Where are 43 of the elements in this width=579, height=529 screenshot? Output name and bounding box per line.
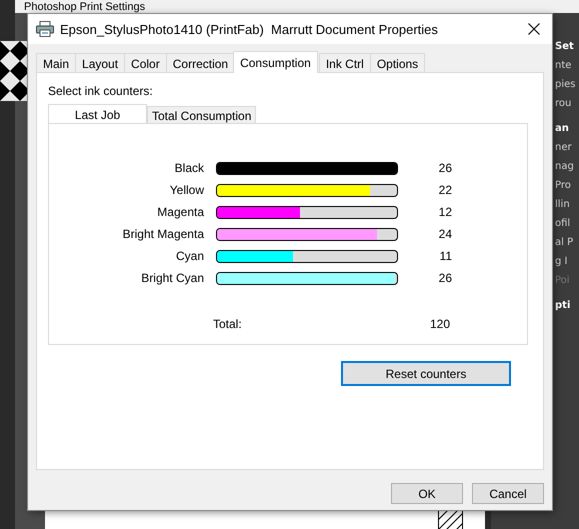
ink-count: 26 <box>438 271 452 285</box>
panel-text: an <box>555 122 569 136</box>
ink-count: 24 <box>438 227 452 241</box>
ink-label: Bright Magenta <box>122 227 204 241</box>
panel-text: al P <box>555 236 574 250</box>
ink-count: 26 <box>438 161 452 175</box>
ink-label: Yellow <box>168 183 204 197</box>
panel-text: ner <box>555 141 572 155</box>
panel-text: Pro <box>555 179 571 193</box>
total-label: Total: <box>213 317 243 331</box>
tab[interactable]: Ink Ctrl <box>318 53 371 73</box>
ink-label: Bright Cyan <box>140 271 204 285</box>
tab[interactable]: Total Consumption <box>147 106 256 124</box>
panel-text: llin <box>555 198 570 212</box>
tab[interactable]: Consumption <box>233 51 318 73</box>
tab[interactable]: Last Job <box>48 104 147 124</box>
ink-count: 22 <box>438 183 452 197</box>
panel-text: ofil <box>555 217 570 231</box>
panel-text: pies <box>555 78 576 92</box>
tab[interactable]: Main <box>36 53 76 73</box>
dialog-title: Epson_StylusPhoto1410 (PrintFab) Marrutt Document Properties <box>60 22 439 36</box>
ok-button[interactable]: OK <box>391 483 463 504</box>
reset-counters-button[interactable]: Reset counters <box>341 361 511 386</box>
ink-count: 11 <box>438 249 452 263</box>
panel-text: Set <box>555 40 574 54</box>
panel-text: g I <box>555 255 568 269</box>
panel-text: nag <box>555 160 574 174</box>
total-count: 120 <box>428 317 450 331</box>
tab[interactable]: Layout <box>75 53 126 73</box>
ink-label: Black <box>174 161 204 175</box>
close-icon[interactable] <box>528 23 540 35</box>
ink-label: Cyan <box>174 249 204 263</box>
cancel-button[interactable]: Cancel <box>472 483 544 504</box>
ink-count: 12 <box>438 205 452 219</box>
panel-text: nte <box>555 59 572 73</box>
panel-text: pti <box>555 299 570 313</box>
panel-text: Poi <box>555 274 570 288</box>
window-title: Photoshop Print Settings <box>23 2 146 13</box>
printer-icon <box>36 21 54 37</box>
select-label: Select ink counters: <box>48 84 153 98</box>
ink-label: Magenta <box>156 205 204 219</box>
panel-text: rou <box>555 97 572 111</box>
tab[interactable]: Options <box>370 53 426 73</box>
